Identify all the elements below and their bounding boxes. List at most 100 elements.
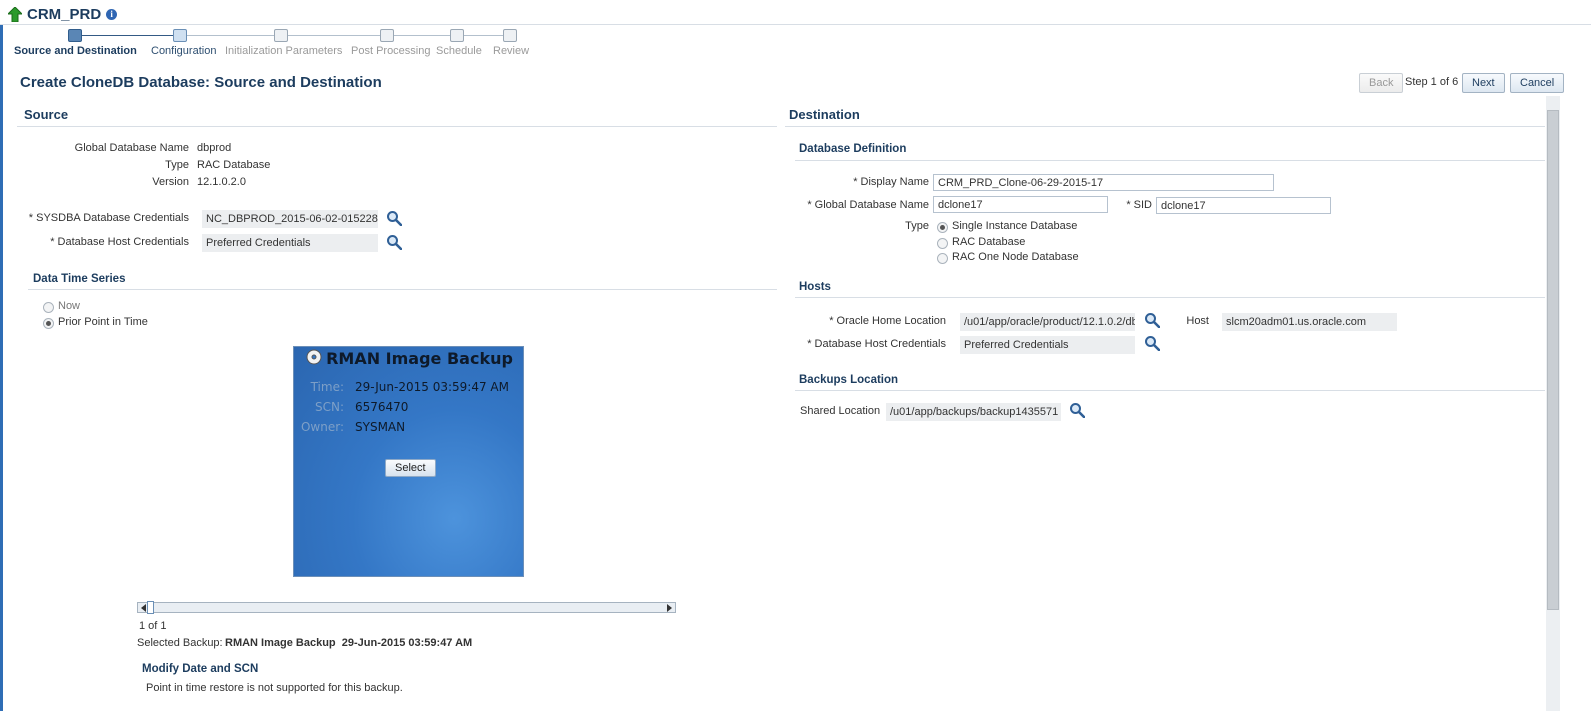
- backup-scn: 6576470: [355, 400, 409, 414]
- train-label-schedule: Schedule: [436, 45, 482, 57]
- rac-one-node-radio[interactable]: [937, 253, 948, 264]
- rac-database-radio-label: RAC Database: [952, 236, 1026, 248]
- carousel-slider-thumb[interactable]: [147, 601, 154, 614]
- oracle-home-label: * Oracle Home Location: [829, 315, 946, 327]
- dest-host-credentials-label: * Database Host Credentials: [807, 338, 946, 350]
- oracle-home-search-icon[interactable]: [1144, 312, 1160, 328]
- backup-time-label: Time:: [310, 380, 344, 394]
- sysdba-credentials-label: * SYSDBA Database Credentials: [28, 212, 189, 224]
- rac-database-radio[interactable]: [937, 238, 948, 249]
- rac-one-node-radio-label: RAC One Node Database: [952, 251, 1079, 263]
- target-name[interactable]: CRM_PRD: [27, 6, 101, 23]
- source-global-db-name-label: Global Database Name: [74, 142, 189, 154]
- display-name-input[interactable]: CRM_PRD_Clone-06-29-2015-17: [933, 174, 1274, 191]
- now-radio[interactable]: [43, 302, 54, 313]
- hosts-divider: [795, 297, 1545, 298]
- display-name-label: * Display Name: [853, 176, 929, 188]
- single-instance-radio-label: Single Instance Database: [952, 220, 1078, 232]
- modify-date-scn-heading: Modify Date and SCN: [142, 663, 259, 675]
- backup-time: 29-Jun-2015 03:59:47 AM: [355, 380, 509, 394]
- train-label-initialization-parameters: Initialization Parameters: [225, 45, 343, 57]
- carousel-page-count: 1 of 1: [139, 620, 167, 632]
- source-global-db-name: dbprod: [197, 142, 232, 154]
- page-heading: Create CloneDB Database: Source and Dest…: [20, 74, 382, 91]
- train-stop-source-destination[interactable]: [68, 29, 82, 42]
- train-label-post-processing: Post Processing: [351, 45, 431, 57]
- hosts-heading: Hosts: [799, 281, 831, 293]
- page-title-bar: CRM_PRD i: [8, 4, 118, 24]
- data-time-series-divider: [28, 289, 777, 290]
- oracle-home-field[interactable]: /u01/app/oracle/product/12.1.0.2/db: [960, 313, 1135, 331]
- select-backup-button[interactable]: Select: [385, 459, 436, 477]
- scroll-right-icon[interactable]: [665, 604, 673, 612]
- shared-location-field[interactable]: /u01/app/backups/backup1435571: [886, 403, 1061, 421]
- sid-input[interactable]: dclone17: [1156, 197, 1331, 214]
- dest-host-credentials-field[interactable]: Preferred Credentials: [960, 336, 1135, 354]
- now-radio-label: Now: [58, 300, 81, 312]
- source-version-label: Version: [152, 176, 189, 188]
- shared-location-search-icon[interactable]: [1069, 402, 1085, 418]
- destination-divider: [785, 126, 1545, 127]
- destination-heading: Destination: [789, 107, 860, 122]
- train-connector: [287, 35, 380, 36]
- single-instance-radio[interactable]: [937, 222, 948, 233]
- rman-backup-card[interactable]: RMAN Image Backup Time: 29-Jun-2015 03:5…: [293, 346, 524, 577]
- header-divider: [0, 24, 1591, 25]
- source-divider: [17, 126, 777, 127]
- backup-scn-label: SCN:: [314, 400, 344, 414]
- train-stop-post-processing: [380, 29, 394, 42]
- shared-location-label: Shared Location: [800, 405, 881, 417]
- backups-location-heading: Backups Location: [799, 374, 899, 386]
- train-stop-initialization-parameters: [274, 29, 288, 42]
- train-stop-review: [503, 29, 517, 42]
- backup-owner-label: Owner:: [300, 420, 344, 434]
- source-host-credentials-field[interactable]: Preferred Credentials: [202, 234, 378, 252]
- train-stop-configuration[interactable]: [173, 29, 187, 42]
- dest-type-label: Type: [905, 220, 929, 232]
- source-version: 12.1.0.2.0: [197, 176, 246, 188]
- host-label: Host: [1186, 315, 1209, 327]
- train-connector: [80, 35, 173, 36]
- train-label-source-destination[interactable]: Source and Destination: [14, 45, 137, 57]
- database-definition-heading: Database Definition: [799, 143, 907, 155]
- backup-card-title: RMAN Image Backup: [294, 349, 525, 368]
- source-heading: Source: [24, 107, 69, 122]
- dest-global-db-name-input[interactable]: dclone17: [933, 196, 1108, 213]
- train-label-review: Review: [493, 45, 530, 57]
- left-edge-bar: [0, 24, 3, 711]
- prior-point-radio-label: Prior Point in Time: [58, 316, 148, 328]
- source-host-credentials-label: * Database Host Credentials: [50, 236, 189, 248]
- train-connector: [463, 35, 503, 36]
- next-button[interactable]: Next: [1462, 73, 1505, 93]
- backup-owner: SYSMAN: [355, 420, 406, 434]
- data-time-series-heading: Data Time Series: [33, 273, 126, 285]
- carousel-scrollbar[interactable]: [137, 601, 676, 614]
- vertical-scrollbar-thumb[interactable]: [1547, 110, 1559, 610]
- sysdba-search-icon[interactable]: [386, 210, 402, 226]
- prior-point-radio[interactable]: [43, 318, 54, 329]
- backups-location-divider: [795, 390, 1545, 391]
- train-stop-schedule: [450, 29, 464, 42]
- backup-card-title-text: RMAN Image Backup: [326, 349, 513, 368]
- train-label-configuration[interactable]: Configuration: [151, 45, 216, 57]
- info-icon[interactable]: i: [106, 8, 118, 20]
- host-field[interactable]: slcm20adm01.us.oracle.com: [1222, 313, 1397, 331]
- dest-host-credentials-search-icon[interactable]: [1144, 335, 1160, 351]
- step-indicator: Step 1 of 6: [1405, 76, 1459, 88]
- disc-icon: [306, 349, 322, 365]
- cancel-button[interactable]: Cancel: [1510, 73, 1565, 93]
- database-definition-divider: [795, 160, 1545, 161]
- up-arrow-icon[interactable]: [8, 6, 22, 22]
- source-type-label: Type: [165, 159, 189, 171]
- sid-label: * SID: [1126, 199, 1152, 211]
- host-credentials-search-icon[interactable]: [386, 234, 402, 250]
- back-button[interactable]: Back: [1359, 73, 1404, 93]
- train-connector: [393, 35, 450, 36]
- selected-backup-value: RMAN Image Backup 29-Jun-2015 03:59:47 A…: [225, 637, 473, 649]
- source-type: RAC Database: [197, 159, 271, 171]
- modify-date-scn-note: Point in time restore is not supported f…: [146, 682, 403, 694]
- train-connector: [186, 35, 274, 36]
- sysdba-credentials-field[interactable]: NC_DBPROD_2015-06-02-015228: [202, 210, 378, 228]
- dest-global-db-name-label: * Global Database Name: [807, 199, 929, 211]
- selected-backup-label: Selected Backup:: [137, 637, 223, 649]
